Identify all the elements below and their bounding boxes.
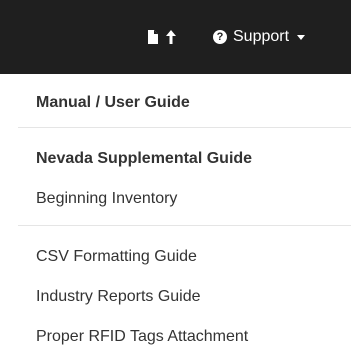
up-arrow-icon[interactable] bbox=[166, 30, 176, 44]
support-label: Support bbox=[233, 28, 290, 45]
caret-down-icon bbox=[297, 34, 306, 40]
menu-item-csv-formatting-guide[interactable]: CSV Formatting Guide bbox=[36, 247, 197, 267]
support-dropdown-toggle[interactable]: ? Support bbox=[213, 26, 306, 48]
menu-item-beginning-inventory[interactable]: Beginning Inventory bbox=[36, 189, 177, 209]
support-dropdown-menu: Manual / User Guide Nevada Supplemental … bbox=[0, 74, 351, 356]
top-navbar: ? Support bbox=[0, 0, 351, 74]
menu-item-proper-rfid-tags-attachment[interactable]: Proper RFID Tags Attachment bbox=[36, 327, 248, 347]
file-actions[interactable] bbox=[148, 26, 176, 48]
menu-item-nevada-supplemental-guide[interactable]: Nevada Supplemental Guide bbox=[36, 149, 252, 169]
menu-divider bbox=[18, 127, 351, 128]
menu-divider bbox=[18, 225, 351, 226]
file-icon[interactable] bbox=[148, 30, 158, 44]
menu-item-manual-user-guide[interactable]: Manual / User Guide bbox=[36, 93, 190, 113]
menu-item-industry-reports-guide[interactable]: Industry Reports Guide bbox=[36, 287, 201, 307]
help-icon: ? bbox=[213, 30, 227, 44]
